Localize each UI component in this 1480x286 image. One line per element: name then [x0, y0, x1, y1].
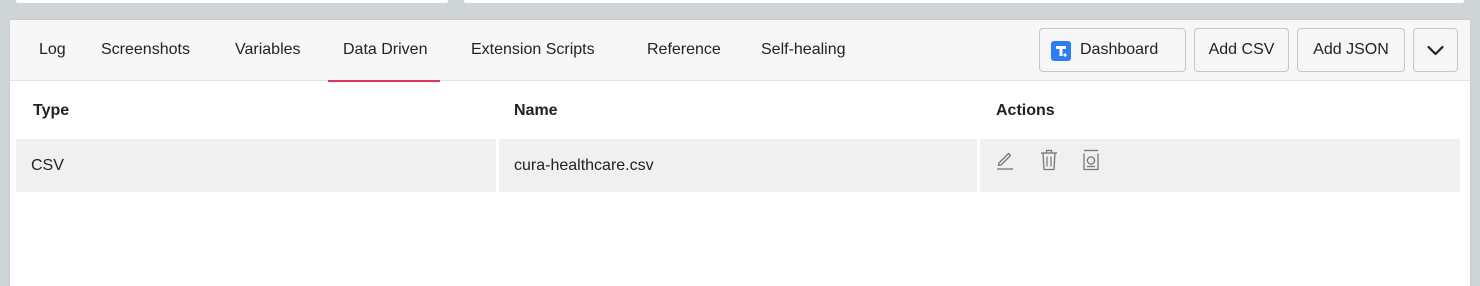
dashboard-button[interactable]: Dashboard	[1039, 28, 1186, 72]
cell-type: CSV	[16, 139, 496, 192]
tab-bar: Log Screenshots Variables Data Driven Ex…	[10, 20, 1470, 82]
chevron-down-icon	[1427, 45, 1444, 56]
preview-icon[interactable]	[1080, 147, 1102, 173]
column-header-name: Name	[514, 102, 558, 119]
cell-actions	[980, 139, 1460, 192]
top-panel-right	[464, 0, 1464, 3]
top-strip	[0, 0, 1480, 6]
tab-reference[interactable]: Reference	[647, 20, 721, 81]
tab-log[interactable]: Log	[39, 20, 66, 81]
tab-self-healing[interactable]: Self-healing	[761, 20, 846, 81]
add-json-button[interactable]: Add JSON	[1297, 28, 1405, 72]
table-header: Type Name Actions	[16, 82, 1460, 139]
delete-icon[interactable]	[1038, 147, 1060, 173]
bottom-panel: Log Screenshots Variables Data Driven Ex…	[9, 19, 1471, 286]
more-options-button[interactable]	[1413, 28, 1458, 72]
table-row[interactable]: CSV cura-healthcare.csv	[16, 139, 1460, 192]
brand-logo-icon	[1051, 41, 1071, 61]
top-panel-left	[16, 0, 448, 3]
tab-variables[interactable]: Variables	[235, 20, 301, 81]
data-table: Type Name Actions CSV cura-healthcare.cs…	[16, 82, 1460, 192]
dashboard-label: Dashboard	[1080, 41, 1159, 58]
cell-name: cura-healthcare.csv	[499, 139, 977, 192]
tab-extension-scripts[interactable]: Extension Scripts	[471, 20, 595, 81]
add-csv-button[interactable]: Add CSV	[1194, 28, 1289, 72]
column-header-type: Type	[33, 102, 70, 119]
column-header-actions: Actions	[996, 102, 1055, 119]
tab-data-driven[interactable]: Data Driven	[327, 20, 442, 82]
edit-icon[interactable]	[994, 147, 1016, 173]
tab-screenshots[interactable]: Screenshots	[101, 20, 190, 81]
